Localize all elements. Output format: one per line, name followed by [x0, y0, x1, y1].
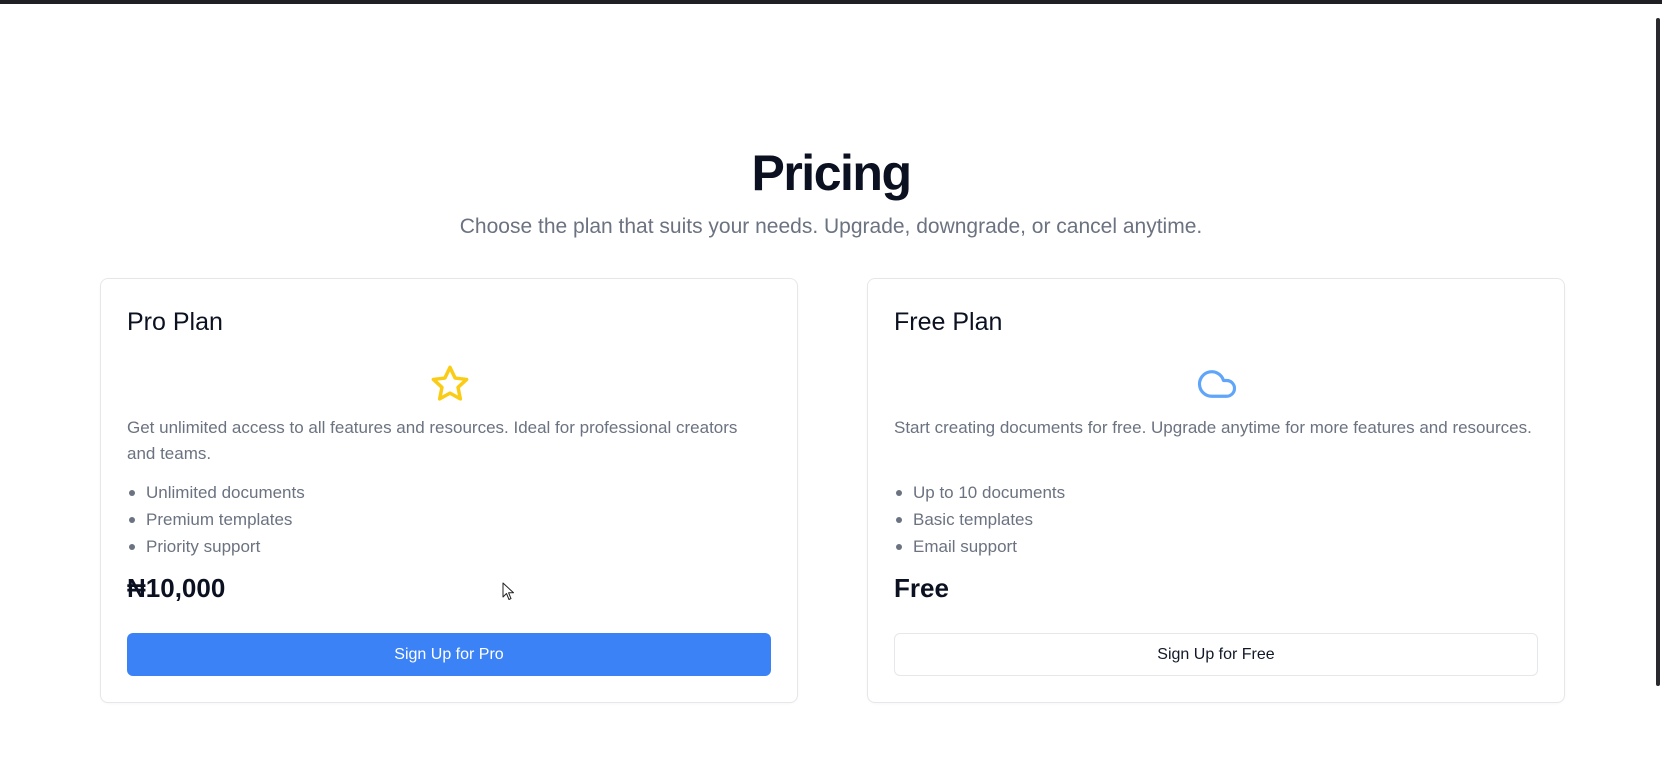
sign-up-pro-button[interactable]: Sign Up for Pro — [127, 633, 771, 676]
scrollbar-thumb[interactable] — [1656, 18, 1660, 686]
list-item: Unlimited documents — [127, 479, 305, 506]
mouse-cursor-icon — [502, 582, 514, 600]
feature-label: Basic templates — [913, 510, 1033, 529]
plan-title: Pro Plan — [127, 308, 223, 336]
feature-label: Unlimited documents — [146, 483, 305, 502]
list-item: Priority support — [127, 533, 305, 560]
bullet-icon — [896, 489, 902, 496]
list-item: Basic templates — [894, 506, 1065, 533]
list-item: Email support — [894, 533, 1065, 560]
list-item: Up to 10 documents — [894, 479, 1065, 506]
free-plan-card: Free Plan Start creating documents for f… — [867, 278, 1565, 703]
bullet-icon — [896, 543, 902, 550]
bullet-icon — [129, 543, 135, 550]
page-title: Pricing — [751, 145, 912, 201]
pro-plan-card: Pro Plan Get unlimited access to all fea… — [100, 278, 798, 703]
list-item: Premium templates — [127, 506, 305, 533]
plan-price: Free — [894, 573, 949, 603]
plan-price: ₦10,000 — [127, 573, 226, 603]
bullet-icon — [129, 516, 135, 523]
feature-label: Up to 10 documents — [913, 483, 1066, 502]
feature-label: Priority support — [146, 537, 261, 556]
plan-description: Get unlimited access to all features and… — [127, 418, 738, 463]
feature-label: Email support — [913, 537, 1017, 556]
feature-list: Unlimited documents Premium templates Pr… — [127, 479, 305, 560]
cloud-icon — [1197, 370, 1236, 398]
plan-description: Start creating documents for free. Upgra… — [894, 418, 1532, 437]
star-icon — [431, 365, 469, 401]
page-subtitle: Choose the plan that suits your needs. U… — [459, 215, 1203, 238]
sign-up-free-button[interactable]: Sign Up for Free — [894, 633, 1538, 676]
bullet-icon — [129, 489, 135, 496]
feature-list: Up to 10 documents Basic templates Email… — [894, 479, 1065, 560]
browser-top-bar — [0, 0, 1662, 4]
plan-title: Free Plan — [894, 308, 1003, 336]
scrollbar[interactable] — [1653, 4, 1662, 762]
feature-label: Premium templates — [146, 510, 293, 529]
bullet-icon — [896, 516, 902, 523]
